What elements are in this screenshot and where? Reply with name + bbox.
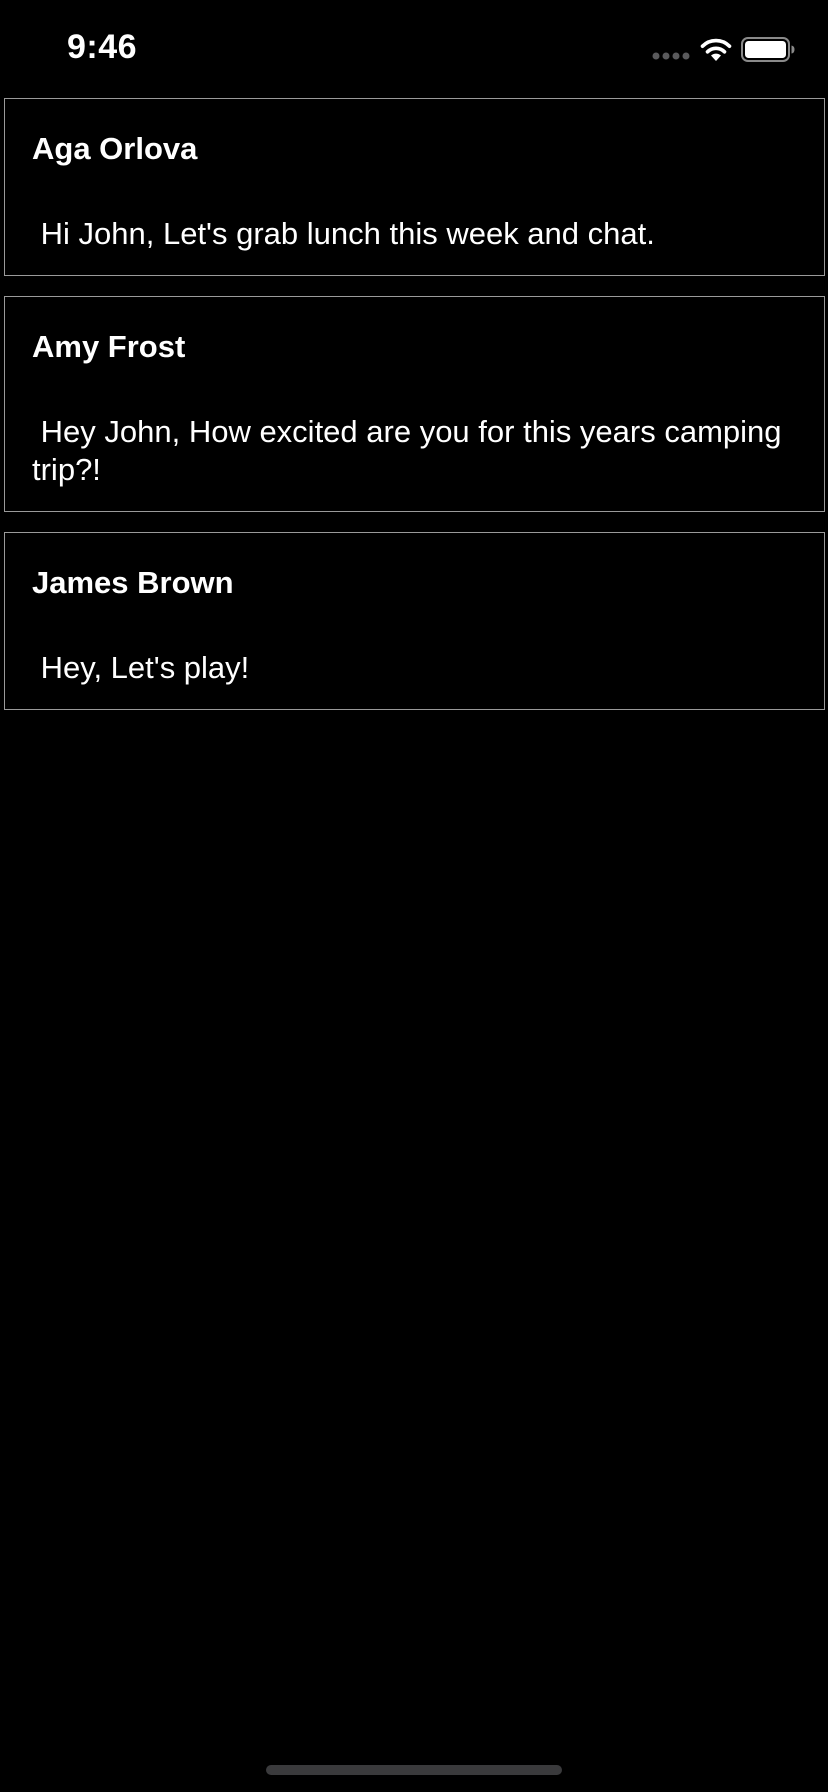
message-sender: Aga Orlova — [32, 131, 198, 166]
message-card[interactable]: James Brown Hey, Let's play! — [4, 532, 825, 710]
signal-icon — [652, 52, 690, 60]
message-text: Hey, Let's play! — [32, 650, 250, 685]
message-sender: Amy Frost — [32, 329, 186, 364]
message-list: Aga Orlova Hi John, Let's grab lunch thi… — [4, 98, 825, 730]
message-text: Hi John, Let's grab lunch this week and … — [32, 216, 655, 251]
message-card[interactable]: Amy Frost Hey John, How excited are you … — [4, 296, 825, 512]
wifi-icon — [700, 38, 732, 61]
status-time: 9:46 — [67, 28, 138, 66]
message-text: Hey John, How excited are you for this y… — [32, 414, 791, 487]
message-card[interactable]: Aga Orlova Hi John, Let's grab lunch thi… — [4, 98, 825, 276]
battery-icon — [741, 37, 795, 62]
home-indicator[interactable] — [266, 1765, 562, 1775]
message-sender: James Brown — [32, 565, 234, 600]
status-bar: 9:46 — [0, 0, 828, 98]
